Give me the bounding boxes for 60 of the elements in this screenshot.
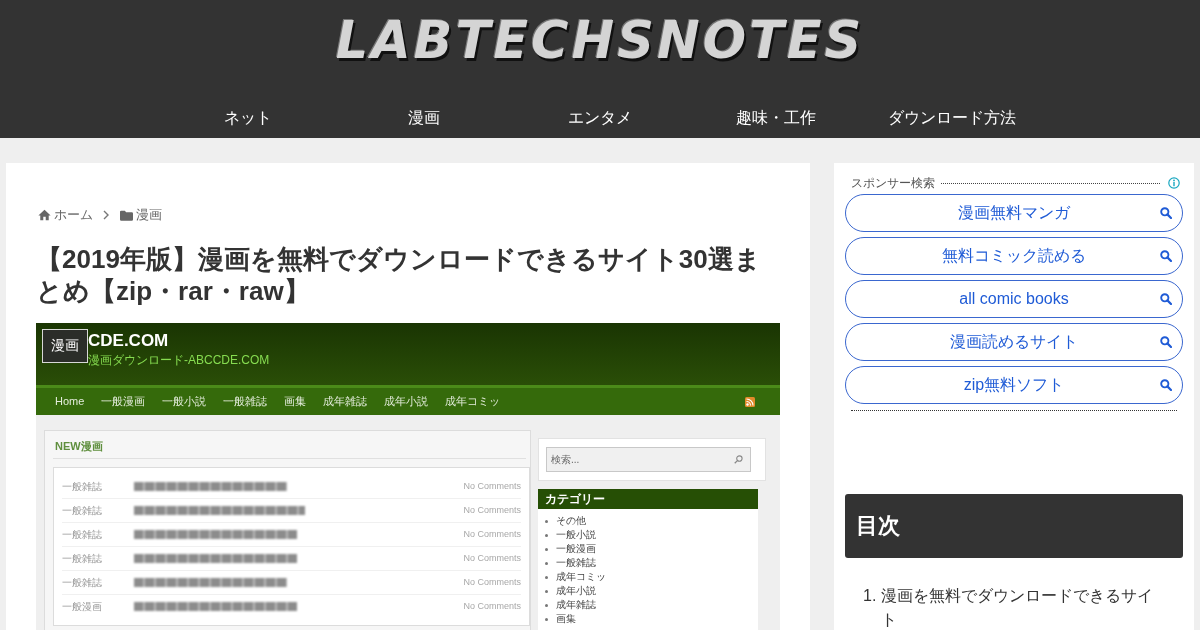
bullet-icon xyxy=(545,547,548,551)
sponsor-label: スポンサー検索 xyxy=(851,176,935,190)
list-number: 1. xyxy=(863,586,878,606)
bullet-icon xyxy=(545,589,548,593)
screenshot-category-title: カテゴリー xyxy=(538,489,758,509)
bullet-icon xyxy=(545,519,548,523)
screenshot-nav-item[interactable]: Home xyxy=(55,395,85,408)
screenshot-site-subtitle: 漫画ダウンロード-ABCCDE.COM xyxy=(88,353,270,367)
category-label: 漫画 xyxy=(42,329,88,363)
screenshot-nav-item[interactable]: 一般漫画 xyxy=(101,395,146,408)
screenshot-nav-item[interactable]: 成年雑誌 xyxy=(323,395,368,408)
search-icon xyxy=(1160,250,1172,262)
screenshot-nav-item[interactable]: 成年小説 xyxy=(384,395,429,408)
screenshot-category-item: 成年小説 xyxy=(556,585,596,597)
bullet-icon xyxy=(545,533,548,537)
nav-link[interactable]: エンタメ xyxy=(512,108,688,128)
screenshot-category-item: 一般雑誌 xyxy=(556,557,596,569)
search-icon xyxy=(1160,293,1172,305)
info-icon[interactable] xyxy=(1168,177,1180,189)
screenshot-nav-item[interactable]: 一般雑誌 xyxy=(223,395,268,408)
chevron-right-icon xyxy=(103,210,109,220)
nav-link[interactable]: ダウンロード方法 xyxy=(864,108,1040,128)
screenshot-comment-count: No Comments xyxy=(463,505,521,516)
breadcrumb-link[interactable]: 漫画 xyxy=(120,207,162,223)
bullet-icon xyxy=(545,575,548,579)
bullet-icon xyxy=(545,561,548,565)
screenshot-comment-count: No Comments xyxy=(463,577,521,588)
search-icon xyxy=(734,455,743,464)
screenshot-category-item: 一般漫画 xyxy=(556,543,596,555)
rss-icon xyxy=(745,396,755,407)
screenshot-comment-count: No Comments xyxy=(463,601,521,612)
toc-heading: 目次 xyxy=(845,494,1183,558)
screenshot-comment-count: No Comments xyxy=(463,553,521,564)
screenshot-comment-count: No Comments xyxy=(463,529,521,540)
screenshot-category-item: 成年雑誌 xyxy=(556,599,596,611)
breadcrumb-link[interactable]: ホーム xyxy=(38,207,93,223)
nav-link[interactable]: 趣味・工作 xyxy=(688,108,864,128)
folder-icon xyxy=(120,209,133,221)
screenshot-site-title: CDE.COM xyxy=(88,331,169,351)
search-icon xyxy=(1160,336,1172,348)
screenshot-category-item: 成年コミッ xyxy=(556,571,606,583)
screenshot-section-title: NEW漫画 xyxy=(53,439,526,459)
search-icon xyxy=(1160,379,1172,391)
article-title: 【2019年版】漫画を無料でダウンロードできるサイト30選まとめ【zip・rar・raw】 xyxy=(36,243,762,307)
screenshot-search-field[interactable]: 検索... xyxy=(546,447,751,472)
nav-link[interactable]: 漫画 xyxy=(336,108,512,128)
screenshot-category-item: 一般小説 xyxy=(556,529,596,541)
site-logo[interactable]: LABTECHSNOTES xyxy=(335,12,865,70)
screenshot-nav-item[interactable]: 画集 xyxy=(284,395,307,408)
toc-link[interactable]: 漫画を無料でダウンロードできるサイト xyxy=(881,584,1161,630)
search-icon xyxy=(1160,207,1172,219)
nav-link[interactable]: ネット xyxy=(160,108,336,128)
screenshot-nav-item[interactable]: 一般小説 xyxy=(162,395,207,408)
bullet-icon xyxy=(545,603,548,607)
screenshot-nav-item[interactable]: 成年コミッ xyxy=(445,395,501,408)
screenshot-category-item: 画集 xyxy=(556,613,576,625)
screenshot-comment-count: No Comments xyxy=(463,481,521,492)
screenshot-category-item: その他 xyxy=(556,515,586,527)
home-icon xyxy=(38,209,51,221)
bullet-icon xyxy=(545,617,548,621)
